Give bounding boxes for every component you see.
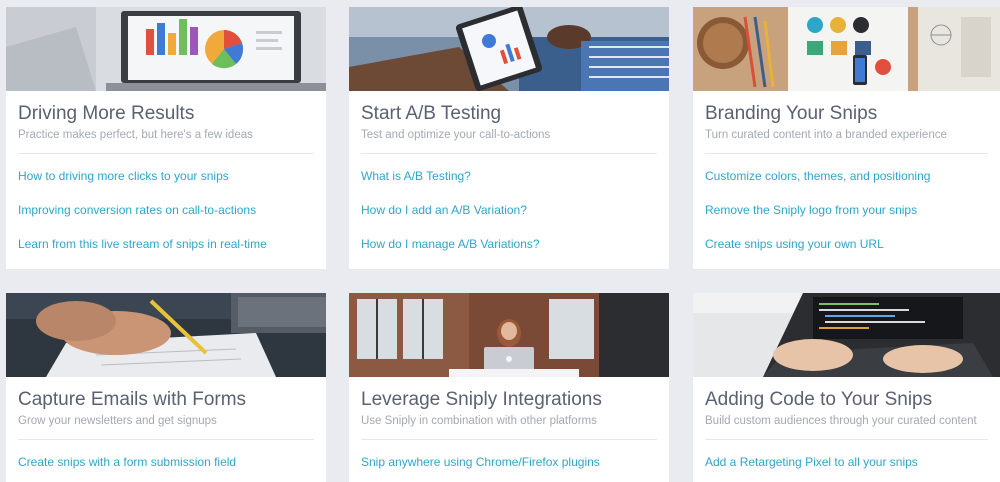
card-branding: Branding Your Snips Turn curated content… <box>693 7 1000 269</box>
divider <box>361 439 657 440</box>
keyboard-code-photo <box>693 293 1000 377</box>
list-item: Improving conversion rates on call-to-ac… <box>18 202 314 218</box>
link-remove-logo[interactable]: Remove the Sniply logo from your snips <box>705 203 917 217</box>
divider <box>705 439 988 440</box>
card-title: Branding Your Snips <box>705 103 878 124</box>
link-list: How to driving more clicks to your snips… <box>18 168 314 252</box>
link-own-url[interactable]: Create snips using your own URL <box>705 237 884 251</box>
list-item: What is A/B Testing? <box>361 168 657 184</box>
list-item: Add a Retargeting Pixel to all your snip… <box>705 454 988 470</box>
divider <box>361 153 657 154</box>
card-title: Start A/B Testing <box>361 103 502 124</box>
card-subtitle: Grow your newsletters and get signups <box>18 415 217 427</box>
link-list: What is A/B Testing? How do I add an A/B… <box>361 168 657 252</box>
list-item: Snip anywhere using Chrome/Firefox plugi… <box>361 454 657 470</box>
card-title: Driving More Results <box>18 103 195 124</box>
list-item: How do I add an A/B Variation? <box>361 202 657 218</box>
divider <box>18 153 314 154</box>
link-driving-clicks[interactable]: How to driving more clicks to your snips <box>18 169 229 183</box>
link-list: Add a Retargeting Pixel to all your snip… <box>705 454 988 470</box>
laptop-charts-photo <box>6 7 326 91</box>
tablet-analytics-photo <box>349 7 669 91</box>
card-subtitle: Build custom audiences through your cura… <box>705 415 977 427</box>
link-form-submission[interactable]: Create snips with a form submission fiel… <box>18 455 236 469</box>
office-laptop-photo <box>349 293 669 377</box>
link-add-ab-variation[interactable]: How do I add an A/B Variation? <box>361 203 527 217</box>
card-title: Adding Code to Your Snips <box>705 389 933 410</box>
link-manage-ab-variations[interactable]: How do I manage A/B Variations? <box>361 237 540 251</box>
link-retargeting-pixel[interactable]: Add a Retargeting Pixel to all your snip… <box>705 455 918 469</box>
link-what-is-ab[interactable]: What is A/B Testing? <box>361 169 471 183</box>
card-title: Capture Emails with Forms <box>18 389 247 410</box>
list-item: Learn from this live stream of snips in … <box>18 236 314 252</box>
link-customize-colors[interactable]: Customize colors, themes, and positionin… <box>705 169 930 183</box>
card-adding-code: Adding Code to Your Snips Build custom a… <box>693 293 1000 482</box>
card-driving-more-results: Driving More Results Practice makes perf… <box>6 7 326 269</box>
link-live-stream[interactable]: Learn from this live stream of snips in … <box>18 237 267 251</box>
link-list: Create snips with a form submission fiel… <box>18 454 314 470</box>
desk-logos-photo <box>693 7 1000 91</box>
list-item: How do I manage A/B Variations? <box>361 236 657 252</box>
divider <box>705 153 988 154</box>
card-integrations: Leverage Sniply Integrations Use Sniply … <box>349 293 669 482</box>
list-item: How to driving more clicks to your snips <box>18 168 314 184</box>
link-browser-plugins[interactable]: Snip anywhere using Chrome/Firefox plugi… <box>361 455 600 469</box>
card-subtitle: Turn curated content into a branded expe… <box>705 129 947 141</box>
list-item: Remove the Sniply logo from your snips <box>705 202 988 218</box>
card-subtitle: Test and optimize your call-to-actions <box>361 129 551 141</box>
card-subtitle: Practice makes perfect, but here's a few… <box>18 129 253 141</box>
card-capture-emails: Capture Emails with Forms Grow your news… <box>6 293 326 482</box>
card-title: Leverage Sniply Integrations <box>361 389 602 410</box>
card-subtitle: Use Sniply in combination with other pla… <box>361 415 597 427</box>
link-list: Snip anywhere using Chrome/Firefox plugi… <box>361 454 657 470</box>
list-item: Customize colors, themes, and positionin… <box>705 168 988 184</box>
card-ab-testing: Start A/B Testing Test and optimize your… <box>349 7 669 269</box>
list-item: Create snips using your own URL <box>705 236 988 252</box>
divider <box>18 439 314 440</box>
list-item: Create snips with a form submission fiel… <box>18 454 314 470</box>
link-conversion-rates[interactable]: Improving conversion rates on call-to-ac… <box>18 203 256 217</box>
hand-writing-photo <box>6 293 326 377</box>
link-list: Customize colors, themes, and positionin… <box>705 168 988 252</box>
